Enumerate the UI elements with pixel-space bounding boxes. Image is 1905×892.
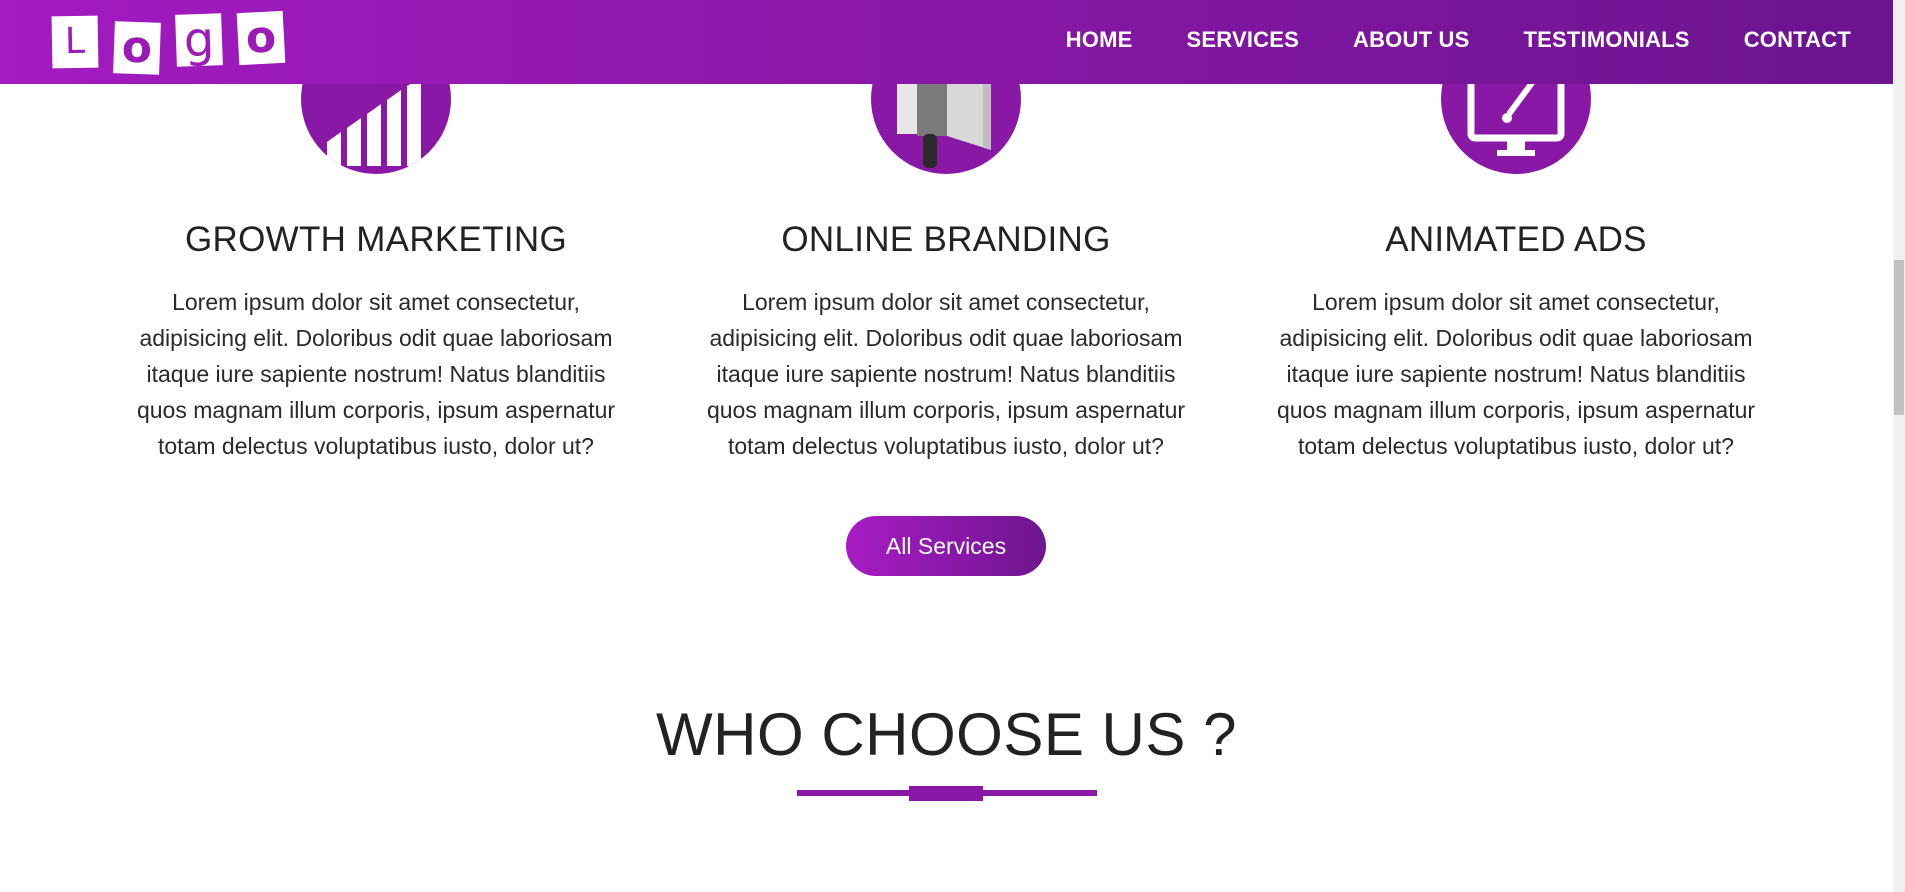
- logo-letter: L: [51, 15, 99, 69]
- logo-letter: o: [113, 21, 161, 75]
- service-title: ONLINE BRANDING: [781, 220, 1111, 259]
- logo[interactable]: L o g o: [51, 10, 312, 75]
- service-title: ANIMATED ADS: [1385, 220, 1647, 259]
- main-nav: HOME SERVICES ABOUT US TESTIMONIALS CONT…: [1012, 0, 1851, 80]
- site-header: L o g o HOME SERVICES ABOUT US TESTIMONI…: [0, 0, 1893, 84]
- nav-testimonials[interactable]: TESTIMONIALS: [1524, 27, 1690, 53]
- nav-about-us[interactable]: ABOUT US: [1353, 27, 1470, 53]
- service-title: GROWTH MARKETING: [184, 220, 567, 259]
- scrollbar-thumb[interactable]: [1894, 260, 1904, 415]
- section-title: WHO CHOOSE US ?: [656, 701, 1237, 768]
- service-description: Lorem ipsum dolor sit amet consectetur, …: [1276, 289, 1756, 459]
- page: GROWTH MARKETING Lorem ipsum dolor sit a…: [0, 0, 1905, 892]
- page-scrollbar[interactable]: [1893, 0, 1905, 892]
- logo-letter: g: [175, 11, 223, 69]
- nav-home[interactable]: HOME: [1066, 27, 1133, 53]
- nav-contact[interactable]: CONTACT: [1744, 27, 1851, 53]
- all-services-button[interactable]: All Services: [846, 516, 1046, 576]
- nav-services[interactable]: SERVICES: [1187, 27, 1299, 53]
- service-description: Lorem ipsum dolor sit amet consectetur, …: [136, 289, 616, 459]
- service-description: Lorem ipsum dolor sit amet consectetur, …: [706, 289, 1186, 459]
- title-underline-accent: [909, 786, 983, 801]
- logo-letter: o: [236, 10, 286, 66]
